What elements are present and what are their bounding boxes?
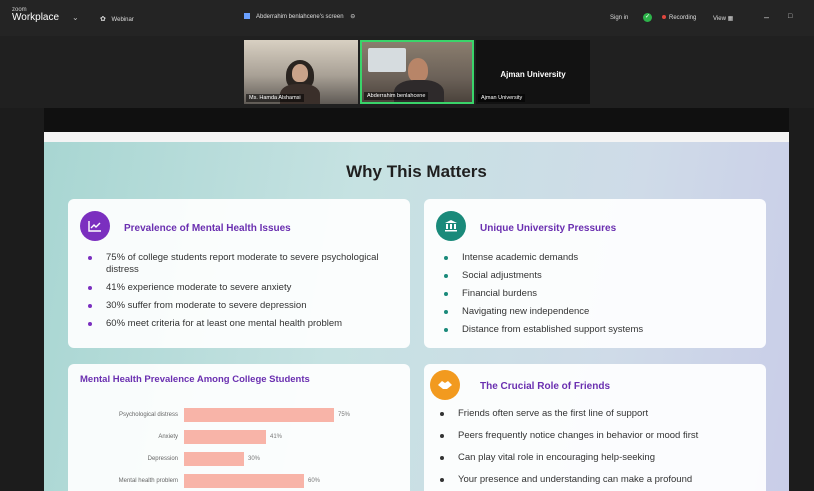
view-label: View: [713, 16, 726, 22]
university-icon: [436, 211, 466, 241]
bar-value-label: 60%: [308, 478, 321, 484]
chart-title: Mental Health Prevalence Among College S…: [80, 374, 310, 385]
bar: [184, 452, 244, 466]
share-label: Abderrahim benlahcene's screen: [256, 14, 344, 20]
minimize-icon[interactable]: –: [764, 12, 769, 22]
list-item: Distance from established support system…: [442, 324, 760, 336]
brand-workplace-text: Workplace: [12, 12, 60, 23]
bar-value-label: 75%: [338, 412, 351, 418]
webinar-button[interactable]: ✿ Webinar: [100, 15, 134, 23]
sign-in-link[interactable]: Sign in: [610, 15, 628, 21]
prevalence-list: 75% of college students report moderate …: [86, 252, 404, 336]
card-prevalence: Prevalence of Mental Health Issues 75% o…: [68, 199, 410, 348]
grid-icon: ▦: [727, 16, 734, 22]
participant-name: Ajman University: [478, 94, 526, 102]
chevron-down-icon[interactable]: ⌄: [72, 13, 79, 22]
bar-category-label: Depression: [147, 456, 178, 462]
list-item: Navigating new independence: [442, 306, 760, 318]
participant-face-hamda: [292, 64, 308, 82]
webinar-label: Webinar: [111, 17, 134, 23]
zoom-brand: zoom Workplace: [12, 7, 59, 23]
pressures-list: Intense academic demands Social adjustme…: [442, 252, 760, 342]
video-tile-hamda[interactable]: Ms. Hamda Alshamsi: [244, 40, 358, 104]
list-item: Social adjustments: [442, 270, 760, 282]
list-item: Intense academic demands: [442, 252, 760, 264]
bar: [184, 408, 334, 422]
video-gallery: Ms. Hamda Alshamsi Abderrahim benlahcene…: [0, 36, 814, 108]
shield-check-icon: ✓: [643, 13, 652, 22]
card-university-pressures: Unique University Pressures Intense acad…: [424, 199, 766, 348]
participant-display-title: Ajman University: [500, 70, 566, 79]
bar-row: Mental health problem 60%: [68, 474, 410, 488]
participant-name: Abderrahim benlahcene: [364, 92, 429, 100]
view-button[interactable]: View ▦: [713, 15, 733, 22]
recording-label: Recording: [669, 15, 697, 21]
video-tile-ajman[interactable]: Ajman University Ajman University: [476, 40, 590, 104]
zoom-top-bar: zoom Workplace ⌄ ✿ Webinar Abderrahim be…: [0, 0, 814, 36]
list-item: 41% experience moderate to severe anxiet…: [86, 282, 404, 294]
participant-name: Ms. Hamda Alshamsi: [246, 94, 304, 102]
card-role-of-friends: The Crucial Role of Friends Friends ofte…: [424, 364, 766, 491]
list-item: 60% meet criteria for at least one menta…: [86, 318, 404, 330]
video-tile-abderrahim[interactable]: Abderrahim benlahcene: [360, 40, 474, 104]
bar-row: Depression 30%: [68, 452, 410, 466]
card-heading: The Crucial Role of Friends: [480, 381, 611, 392]
bar-value-label: 41%: [270, 434, 283, 440]
list-item: Peers frequently notice changes in behav…: [438, 430, 762, 442]
list-item: Friends often serve as the first line of…: [438, 408, 762, 420]
bar-row: Anxiety 41%: [68, 430, 410, 444]
chart-line-icon: [80, 211, 110, 241]
screen-share-indicator[interactable]: Abderrahim benlahcene's screen ⊖: [244, 13, 374, 29]
handshake-icon: [430, 370, 460, 400]
recording-indicator[interactable]: Recording: [662, 15, 696, 21]
participant-window-bg: [368, 48, 406, 72]
friends-list: Friends often serve as the first line of…: [438, 408, 762, 491]
bar: [184, 474, 304, 488]
participant-face-abderrahim: [408, 58, 428, 82]
maximize-icon[interactable]: □: [788, 13, 792, 20]
bar-category-label: Anxiety: [158, 434, 178, 440]
slide-top-bar: [44, 108, 789, 132]
recording-dot-icon: [662, 15, 666, 20]
paw-icon: ✿: [100, 16, 106, 23]
bar: [184, 430, 266, 444]
share-screen-icon: [244, 13, 250, 20]
card-heading: Prevalence of Mental Health Issues: [124, 223, 291, 234]
bar-category-label: Psychological distress: [118, 412, 178, 418]
card-heading: Unique University Pressures: [480, 223, 617, 234]
list-item: Financial burdens: [442, 288, 760, 300]
list-item: Can play vital role in encouraging help-…: [438, 452, 762, 464]
bar-category-label: Mental health problem: [118, 478, 178, 484]
presentation-slide: Why This Matters Prevalence of Mental He…: [44, 142, 789, 491]
list-item: 30% suffer from moderate to severe depre…: [86, 300, 404, 312]
shared-screen-area: Why This Matters Prevalence of Mental He…: [0, 108, 814, 491]
list-item: Your presence and understanding can make…: [438, 474, 762, 486]
card-prevalence-chart: Mental Health Prevalence Among College S…: [68, 364, 410, 491]
bar-row: Psychological distress 75%: [68, 408, 410, 422]
bar-value-label: 30%: [248, 456, 261, 462]
slide-header-strip: [44, 132, 789, 142]
slide-title: Why This Matters: [346, 162, 487, 181]
pause-circle-icon[interactable]: ⊖: [350, 14, 355, 20]
list-item: 75% of college students report moderate …: [86, 252, 404, 276]
